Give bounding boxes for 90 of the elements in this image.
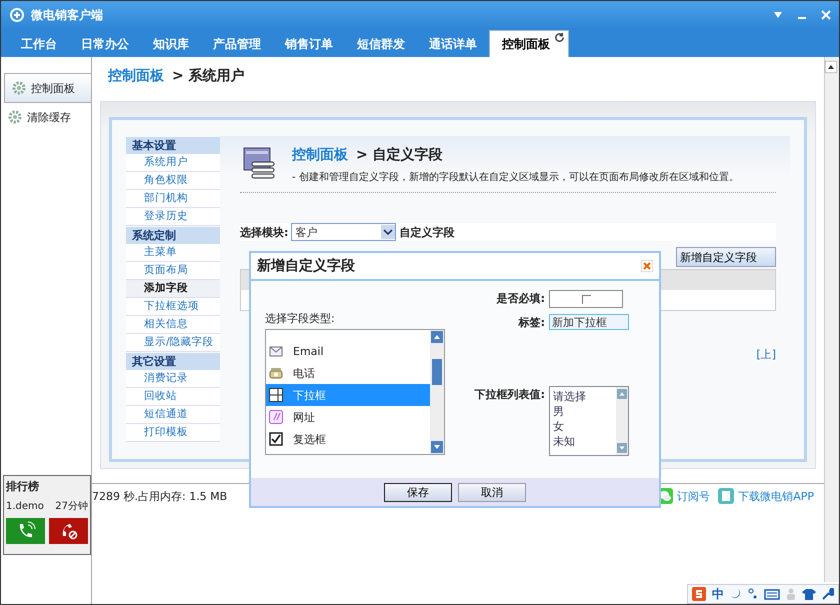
tab[interactable]: 工作台: [9, 31, 69, 57]
module-select[interactable]: 客户: [291, 223, 396, 241]
option-line: 男: [553, 404, 565, 419]
hang-up-button[interactable]: [49, 518, 88, 544]
nav-item[interactable]: 添加字段: [126, 280, 220, 298]
nav-item[interactable]: 系统用户: [126, 154, 220, 172]
call-button[interactable]: [6, 518, 45, 544]
add-field-button[interactable]: 新增自定义字段: [676, 247, 776, 267]
status-text: 7289 秒.占用内存: 1.5 MB: [92, 488, 228, 504]
status-link[interactable]: 订阅号: [677, 488, 710, 504]
option-line: 未知: [553, 434, 576, 449]
field-type-label: 选择字段类型:: [265, 311, 336, 326]
page-description: - 创建和管理自定义字段，新增的字段默认在自定义区域显示，可以在页面布局修改所在区域和位置。: [292, 170, 739, 184]
nav-item[interactable]: 角色权限: [126, 172, 220, 190]
option-line: 女: [553, 419, 565, 434]
tag-input[interactable]: 新加下拉框: [549, 314, 629, 330]
top-link[interactable]: [上]: [756, 347, 776, 362]
page-title: > 自定义字段: [356, 147, 443, 163]
ranking-time: 27分钟: [55, 500, 88, 514]
nav-item[interactable]: 下拉框选项: [126, 298, 220, 316]
punctuation-icon[interactable]: [748, 588, 758, 600]
scroll-thumb[interactable]: [432, 359, 442, 385]
moon-icon[interactable]: [730, 588, 742, 600]
checkbox-icon: [269, 432, 283, 446]
nav-item[interactable]: 部门机构: [126, 190, 220, 208]
tag-label: 标签:: [517, 315, 545, 331]
required-checkbox[interactable]: [582, 294, 590, 304]
tab[interactable]: 控制面板: [489, 30, 569, 57]
ranking-title: 排行榜: [6, 479, 40, 495]
nav-group-header: 基本设置: [126, 137, 220, 154]
tab[interactable]: 知识库: [141, 31, 201, 57]
nav-item[interactable]: 回收站: [126, 388, 220, 406]
envelope-icon: [269, 345, 283, 357]
tab[interactable]: 通话详单: [417, 31, 489, 57]
window-title: 微电销客户端: [31, 6, 103, 24]
module-suffix: 自定义字段: [399, 224, 454, 240]
tab[interactable]: 日常办公: [69, 31, 141, 57]
scrollbar[interactable]: [824, 57, 839, 582]
wrench-icon[interactable]: [822, 588, 834, 600]
module-label: 选择模块:: [240, 224, 288, 240]
tab[interactable]: 产品管理: [201, 31, 273, 57]
scroll-up-icon[interactable]: [825, 61, 837, 73]
field-type-item[interactable]: 电话: [266, 362, 430, 384]
dialog-title: 新增自定义字段: [257, 257, 355, 275]
nav-item[interactable]: 消费记录: [126, 370, 220, 388]
breadcrumb-current: > 系统用户: [172, 67, 245, 85]
keyboard-icon[interactable]: [764, 588, 780, 600]
field-type-item[interactable]: 下拉框: [266, 384, 430, 406]
link-icon: [269, 410, 283, 424]
refresh-icon[interactable]: [554, 32, 565, 43]
scroll-down-icon[interactable]: [431, 441, 443, 453]
field-type-item[interactable]: 复选框: [266, 428, 430, 450]
nav-item[interactable]: 登录历史: [126, 208, 220, 226]
dialog-button[interactable]: 保存: [384, 482, 452, 502]
nav-group-header: 系统定制: [126, 227, 220, 244]
nav-item[interactable]: 短信通道: [126, 406, 220, 424]
sidebar-item[interactable]: 控制面板: [4, 73, 91, 103]
dialog-button[interactable]: 取消: [458, 482, 526, 502]
field-type-item[interactable]: 网址: [266, 406, 430, 428]
breadcrumb-link[interactable]: 控制面板: [292, 147, 348, 163]
dropdown-field-icon: [269, 388, 283, 402]
status-link[interactable]: 下载微电销APP: [738, 488, 814, 504]
gear-icon: [11, 80, 27, 96]
tab[interactable]: 短信群发: [345, 31, 417, 57]
s-logo-icon[interactable]: [692, 587, 706, 601]
tab[interactable]: 销售订单: [273, 31, 345, 57]
scrollbar[interactable]: [430, 330, 444, 454]
sidebar-item[interactable]: 清除缓存: [1, 103, 91, 131]
nav-item[interactable]: 显示/隐藏字段: [126, 334, 220, 352]
phone-icon: [269, 367, 283, 379]
scroll-down-icon[interactable]: [617, 443, 627, 453]
tablet-icon: [718, 488, 734, 504]
ime-mode[interactable]: 中: [712, 586, 724, 602]
required-label: 是否必填:: [496, 291, 545, 307]
close-icon[interactable]: [641, 260, 653, 272]
options-label: 下拉框列表值:: [474, 387, 545, 403]
nav-item[interactable]: 主菜单: [126, 244, 220, 262]
nav-item[interactable]: 相关信息: [126, 316, 220, 334]
dropdown-icon[interactable]: [773, 10, 783, 20]
gear-icon: [7, 109, 23, 125]
ranking-name: 1.demo: [6, 500, 44, 514]
breadcrumb-link[interactable]: 控制面板: [108, 67, 164, 85]
options-textarea[interactable]: 请选择 男 女 未知: [549, 386, 629, 456]
nav-group-header: 其它设置: [126, 353, 220, 370]
chevron-down-icon: [381, 225, 396, 239]
option-line: 请选择: [553, 389, 587, 404]
field-type-item[interactable]: Email: [266, 340, 430, 362]
shirt-icon[interactable]: [802, 588, 816, 600]
nav-item[interactable]: 打印模板: [126, 424, 220, 442]
nav-item[interactable]: 页面布局: [126, 262, 220, 280]
